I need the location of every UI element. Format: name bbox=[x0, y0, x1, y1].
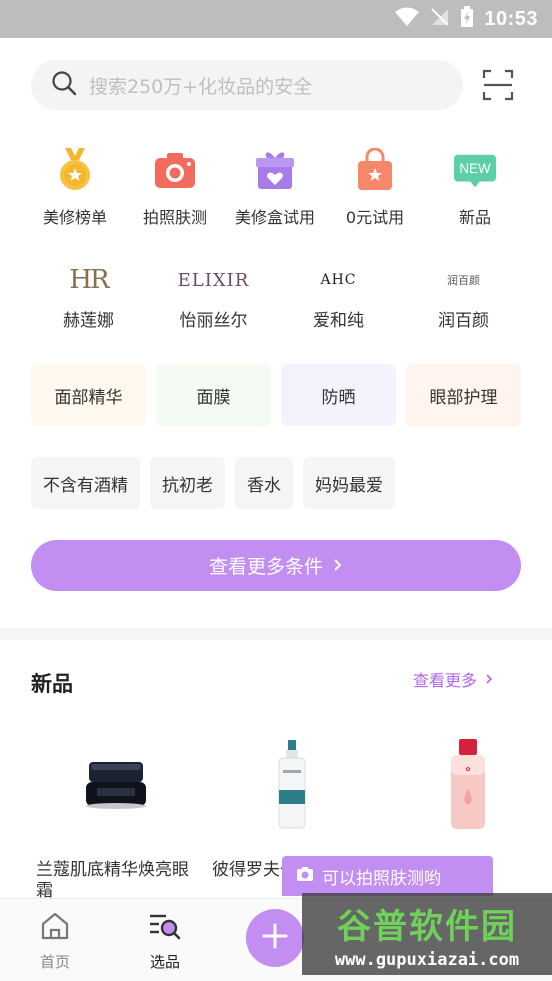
quick-link-label: 新品 bbox=[458, 208, 491, 227]
brand-helena-rubinstein[interactable]: HR 赫莲娜 bbox=[26, 262, 151, 342]
quick-link-label: 0元试用 bbox=[345, 208, 405, 227]
quick-link-new[interactable]: NEW 新品 bbox=[425, 140, 525, 240]
toast-label: 可以拍照肤测哟 bbox=[322, 868, 441, 889]
product-name: 兰蔻肌底精华焕亮眼霜 bbox=[36, 860, 189, 901]
search-row: 搜索250万+化妆品的安全 bbox=[0, 38, 552, 130]
category-serum[interactable]: 面部精华 bbox=[31, 364, 146, 426]
tab-label: 首页 bbox=[39, 953, 70, 971]
product-image-eye-cream bbox=[36, 720, 196, 850]
brand-label: 润百颜 bbox=[438, 311, 489, 331]
chevron-right-icon bbox=[485, 670, 493, 689]
brand-biohyalux[interactable]: 润百颜 润百颜 bbox=[401, 262, 526, 342]
search-placeholder: 搜索250万+化妆品的安全 bbox=[89, 75, 313, 98]
battery-charging-icon bbox=[460, 6, 474, 32]
new-badge-text: NEW bbox=[459, 161, 491, 176]
section-title: 新品 bbox=[31, 672, 73, 696]
camera-icon bbox=[296, 866, 314, 887]
brand-label: 赫莲娜 bbox=[63, 311, 114, 331]
medal-icon bbox=[53, 148, 97, 192]
scan-icon[interactable] bbox=[482, 69, 514, 101]
section-divider bbox=[0, 628, 552, 640]
shopping-bag-icon bbox=[353, 148, 397, 192]
see-more-label: 查看更多 bbox=[413, 671, 478, 690]
brand-logo-elixir: ELIXIR bbox=[177, 269, 250, 291]
tab-select[interactable]: 选品 bbox=[135, 911, 195, 972]
new-badge-icon: NEW bbox=[453, 148, 497, 192]
tag-anti-aging[interactable]: 抗初老 bbox=[150, 457, 225, 509]
gift-box-icon bbox=[253, 148, 297, 192]
more-conditions-label: 查看更多条件 bbox=[208, 556, 323, 578]
search-icon bbox=[51, 70, 77, 100]
brand-elixir[interactable]: ELIXIR 怡丽丝尔 bbox=[151, 262, 276, 342]
watermark: 谷普软件园 www.gupuxiazai.com bbox=[302, 893, 552, 975]
brand-ahc[interactable]: AHC 爱和纯 bbox=[276, 262, 401, 342]
quick-link-skin-test[interactable]: 拍照肤测 bbox=[125, 140, 225, 240]
quick-link-ranking[interactable]: 美修榜单 bbox=[25, 140, 125, 240]
quick-link-label: 美修盒试用 bbox=[234, 208, 315, 227]
clock: 10:53 bbox=[484, 7, 538, 30]
wifi-icon bbox=[394, 7, 420, 31]
camera-icon bbox=[153, 148, 197, 192]
quick-links: 美修榜单 拍照肤测 美修盒试用 0元试用 NEW 新品 bbox=[0, 140, 552, 240]
home-icon bbox=[40, 911, 70, 945]
quick-link-label: 拍照肤测 bbox=[142, 208, 207, 227]
quick-link-free-trial[interactable]: 0元试用 bbox=[325, 140, 425, 240]
product-card[interactable]: 兰蔻肌底精华焕亮眼霜 bbox=[36, 720, 196, 902]
plus-icon bbox=[262, 923, 288, 953]
chevron-right-icon bbox=[333, 555, 343, 577]
tag-mom-favorite[interactable]: 妈妈最爱 bbox=[303, 457, 395, 509]
search-list-icon bbox=[148, 911, 182, 945]
svg-text:✿: ✿ bbox=[465, 766, 470, 773]
skin-test-toast[interactable]: 可以拍照肤测哟 bbox=[282, 856, 493, 896]
category-tiles: 面部精华 面膜 防晒 眼部护理 bbox=[31, 364, 521, 426]
search-input[interactable]: 搜索250万+化妆品的安全 bbox=[31, 60, 463, 110]
see-more-link[interactable]: 查看更多 bbox=[413, 667, 493, 691]
brand-logo-biohyalux: 润百颜 bbox=[447, 274, 480, 287]
quick-link-label: 美修榜单 bbox=[42, 208, 107, 227]
tag-perfume[interactable]: 香水 bbox=[235, 457, 293, 509]
tab-label: 选品 bbox=[149, 953, 180, 971]
product-image-cleansing-water: ✿ bbox=[388, 720, 548, 850]
watermark-url: www.gupuxiazai.com bbox=[334, 949, 520, 970]
category-sunscreen[interactable]: 防晒 bbox=[281, 364, 396, 426]
brand-logo-hr: HR bbox=[69, 265, 109, 295]
brand-logo-ahc: AHC bbox=[320, 272, 357, 288]
no-signal-icon bbox=[430, 7, 450, 31]
product-image-serum-bottle bbox=[212, 720, 372, 850]
filter-tags: 不含有酒精 抗初老 香水 妈妈最爱 bbox=[31, 457, 395, 509]
status-bar: 10:53 bbox=[0, 0, 552, 38]
quick-link-box-trial[interactable]: 美修盒试用 bbox=[225, 140, 325, 240]
brand-list: HR 赫莲娜 ELIXIR 怡丽丝尔 AHC 爱和纯 润百颜 润百颜 bbox=[0, 262, 552, 342]
watermark-text: 谷普软件园 bbox=[337, 906, 517, 947]
add-button[interactable] bbox=[246, 909, 304, 967]
brand-label: 爱和纯 bbox=[313, 311, 364, 331]
more-conditions-button[interactable]: 查看更多条件 bbox=[31, 540, 521, 591]
tab-home[interactable]: 首页 bbox=[25, 911, 85, 972]
category-mask[interactable]: 面膜 bbox=[156, 364, 271, 426]
tag-alcohol-free[interactable]: 不含有酒精 bbox=[31, 457, 140, 509]
category-eye-care[interactable]: 眼部护理 bbox=[406, 364, 521, 426]
brand-label: 怡丽丝尔 bbox=[179, 311, 248, 331]
